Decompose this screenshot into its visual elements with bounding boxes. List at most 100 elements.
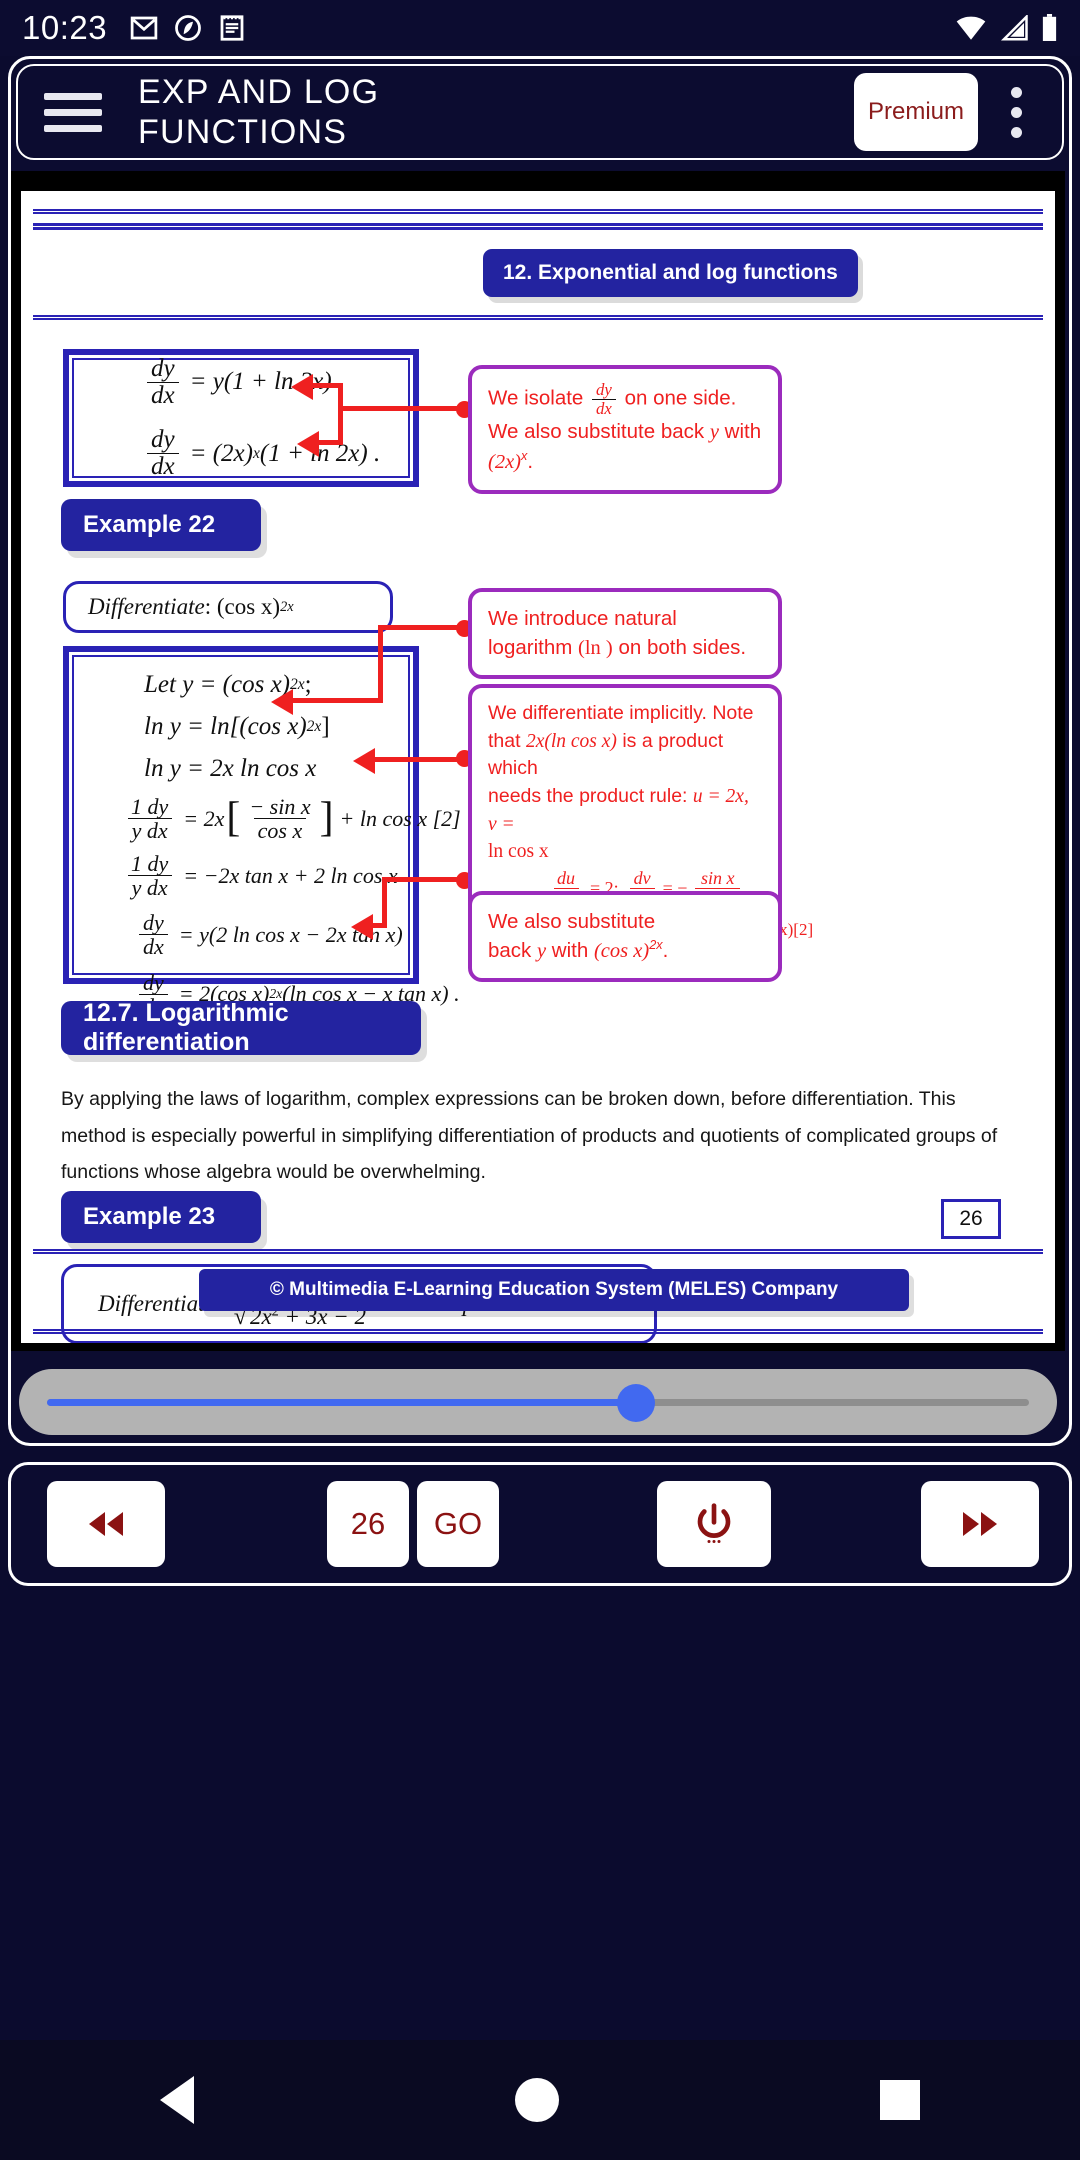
deriv-l6-den: dx [139, 934, 168, 959]
connector-h3 [338, 406, 463, 411]
derivation-line-5: 1 dy y dx = −2x tan x + 2 ln cos x [74, 852, 408, 899]
seek-track[interactable] [47, 1384, 1029, 1422]
hamburger-menu-icon[interactable] [44, 84, 102, 141]
formula-1-l2-rhs: = (2x) [189, 439, 253, 467]
annotation-4-line-2: back y with (cos x)2x. [488, 936, 762, 966]
deriv-l1: Let y = (cos x) [144, 671, 290, 698]
annotation-1-text-b: on one side. [618, 386, 737, 410]
page-number-input[interactable]: 26 [327, 1481, 409, 1567]
annotation-1-line-2: We also substitute back y with (2x)x. [488, 417, 762, 477]
divider-top-2 [33, 223, 1043, 230]
annotation-1-frac-num: dy [596, 380, 612, 399]
annotation-isolate: We isolate dy dx on one side. We also sub… [468, 365, 782, 494]
formula-1-l2-den: dx [147, 453, 179, 480]
connector-a3-h [375, 757, 459, 762]
annotation-1-text-c: We also substitute back [488, 420, 710, 444]
arrow-to-formula-1-line1 [291, 374, 313, 400]
page-number-value: 26 [350, 1506, 386, 1541]
rewind-button[interactable] [47, 1481, 165, 1567]
annotation-4-end: . [662, 939, 669, 963]
annotation-1-text-a: We isolate [488, 386, 590, 410]
formula-1-l1-num: dy [151, 354, 175, 382]
seek-thumb[interactable] [617, 1384, 656, 1422]
kebab-menu-icon[interactable] [996, 86, 1036, 138]
annotation-introduce-ln: We introduce natural logarithm (ln ) on … [468, 588, 782, 680]
divider-bottom-1 [33, 1249, 1043, 1254]
deriv-l5-den: y dx [127, 875, 172, 899]
status-time: 10:23 [22, 9, 108, 46]
compass-icon [175, 15, 201, 41]
go-button[interactable]: GO [417, 1481, 499, 1567]
arrow-to-derivation-line4 [353, 748, 375, 774]
annotation-4-l2-a: back [488, 939, 537, 963]
example-22-chip: Example 22 [61, 499, 261, 551]
battery-icon [1042, 14, 1057, 41]
deriv-l7-num: dy [143, 969, 164, 995]
annotation-2-text-b: on both sides. [612, 636, 747, 660]
annotation-substitute-back: We also substitute back y with (cos x)2x… [468, 891, 782, 983]
document-viewport[interactable]: 12. Exponential and log functions dy dx … [11, 171, 1065, 1351]
formula-line: dy dx = (2x) x (1 + ln 2x) . [74, 426, 408, 481]
example-23-chip: Example 23 [61, 1191, 261, 1243]
annotation-3-l2-a: that [488, 729, 526, 752]
deriv-l6-num: dy [143, 910, 164, 936]
arrow-to-derivation-line7 [351, 914, 373, 940]
derivation-line-2: ln y = ln[(cos x) 2x] [74, 713, 408, 741]
arrow-to-formula-1-line2 [297, 431, 319, 457]
example-22-question: Differentiate: (cos x) 2x [88, 594, 294, 620]
derivation-line-4: 1 dy y dx = 2x [ − sin x cos x ] + ln co… [74, 794, 461, 842]
player-control-bar: 26 GO [8, 1462, 1072, 1586]
example-22-q-exp: 2x [280, 598, 294, 615]
deriv-l4-brk-den: cos x [253, 818, 307, 842]
annotation-3-l2-math: 2x(ln cos x) [525, 730, 617, 752]
annotation-2-ln: (ln ) [578, 637, 613, 660]
home-circle-icon[interactable] [514, 2078, 559, 2122]
deriv-l1-end: ; [304, 671, 312, 698]
connector-a2-h [293, 698, 383, 703]
back-triangle-icon[interactable] [160, 2076, 195, 2124]
wifi-icon [956, 16, 986, 40]
section-heading-12-7: 12.7. Logarithmic differentiation [61, 999, 421, 1056]
go-label: GO [433, 1506, 483, 1541]
annotation-1-text-d: with [718, 420, 762, 444]
annotation-4-l2-b: with [546, 939, 594, 963]
annotation-4-line-1: We also substitute [488, 910, 656, 933]
deriv-l4-brk-num: − sin x [249, 794, 311, 819]
deriv-l3: ln y = 2x ln cos x [144, 755, 317, 782]
deriv-l4-den: y dx [127, 818, 172, 842]
page-title: EXP AND LOG FUNCTIONS [138, 72, 380, 151]
annotation-3-line-3: needs the product rule: u = 2x, v = [488, 783, 762, 838]
annotation-4-exp: 2x [649, 937, 663, 953]
document-page: 12. Exponential and log functions dy dx … [21, 191, 1055, 1343]
annotation-1-var-y: y [709, 421, 719, 444]
seek-fill [47, 1399, 637, 1406]
deriv-l2: ln y = ln[(cos x) [144, 713, 307, 740]
forward-button[interactable] [921, 1481, 1039, 1567]
recents-square-icon[interactable] [879, 2080, 920, 2120]
formula-1-l1-den: dx [147, 381, 179, 409]
power-button[interactable] [657, 1481, 771, 1567]
deriv-l2-exp: 2x [306, 718, 322, 735]
arrow-to-derivation-line2 [271, 689, 293, 715]
formula-1-l2-exp: x [252, 444, 260, 462]
premium-button[interactable]: Premium [854, 73, 978, 151]
annotation-4-y: y [537, 940, 547, 963]
annotation-3-line-2: that 2x(ln cos x) is a product which [488, 728, 762, 783]
divider-top-3 [33, 315, 1043, 320]
connector-a4-h2 [382, 877, 458, 882]
fast-forward-icon [963, 1512, 997, 1536]
formula-box-1: dy dx = y(1 + ln 2x) dy dx = (2x) x (1 + l… [63, 349, 419, 487]
divider-top-1 [33, 209, 1043, 214]
example-23-q-verb: Differentiate [98, 1291, 215, 1316]
status-system-icons [955, 14, 1058, 42]
chapter-tab: 12. Exponential and log functions [483, 249, 858, 297]
example-22-q-verb: Differentiate [88, 594, 205, 619]
formula-1-l2-num: dy [151, 426, 175, 453]
signal-icon [1000, 15, 1028, 41]
app-bar: EXP AND LOG FUNCTIONS Premium [16, 64, 1064, 160]
annotation-3-l3-a: needs the product rule: [488, 785, 693, 808]
copyright-footer: © Multimedia E-Learning Education System… [199, 1269, 909, 1311]
page-seek-bar[interactable] [19, 1369, 1057, 1435]
connector-a2-h2 [378, 625, 458, 630]
connector-a4-v [382, 877, 387, 928]
